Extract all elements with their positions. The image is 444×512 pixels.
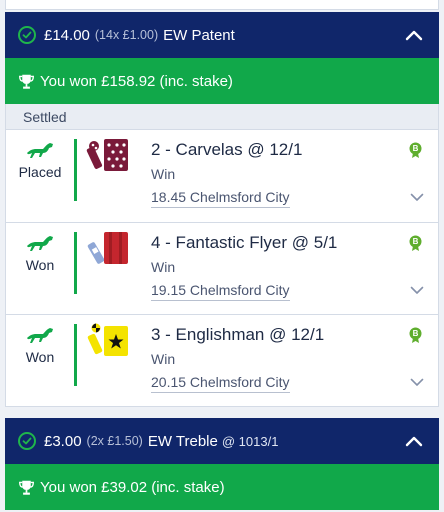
previous-bet-card-edge <box>5 0 439 10</box>
jockey-silks <box>87 232 128 264</box>
settled-label: Settled <box>5 104 439 130</box>
winnings-text: You won £158.92 (inc. stake) <box>40 72 233 90</box>
winnings-banner: You won £39.02 (inc. stake) <box>5 464 439 510</box>
result-indicator-bar <box>74 139 77 201</box>
boost-badge-icon: B <box>409 235 422 251</box>
bet-type: EW Patent <box>163 26 235 44</box>
boost-badge-icon: B <box>409 142 422 158</box>
selection-result: Placed <box>18 164 62 180</box>
check-circle-icon <box>18 26 36 44</box>
svg-text:B: B <box>413 329 419 338</box>
chevron-down-icon[interactable] <box>410 377 424 387</box>
svg-text:B: B <box>413 144 419 153</box>
jockey-silks <box>86 139 128 171</box>
bet-odds: @ 1013/1 <box>221 433 279 449</box>
winnings-text: You won £39.02 (inc. stake) <box>40 478 225 496</box>
selection-market: Win <box>151 351 176 367</box>
horse-icon <box>27 236 53 251</box>
selection-result: Won <box>25 257 55 273</box>
selection-market: Win <box>151 259 176 275</box>
horse-icon <box>27 143 53 158</box>
selection-row[interactable]: Won 3 - Englishman @ 12/1 Win 20.15 Chel… <box>5 315 439 407</box>
bet-header[interactable]: £14.00 (14x £1.00) EW Patent <box>5 12 439 58</box>
bet-multiplier: (2x £1.50) <box>86 434 143 448</box>
result-indicator-bar <box>74 324 77 386</box>
bet-stake: £14.00 <box>44 26 90 44</box>
selection-name: 2 - Carvelas @ 12/1 <box>151 140 303 159</box>
bet-card-patent: £14.00 (14x £1.00) EW Patent You won £15… <box>5 12 439 407</box>
result-indicator-bar <box>74 232 77 294</box>
bet-stake: £3.00 <box>44 432 82 450</box>
selection-name: 4 - Fantastic Flyer @ 5/1 <box>151 233 338 252</box>
bet-card-treble: £3.00 (2x £1.50) EW Treble @ 1013/1 You … <box>5 418 439 510</box>
check-circle-icon <box>18 432 36 450</box>
chevron-down-icon[interactable] <box>410 285 424 295</box>
selection-race[interactable]: 19.15 Chelmsford City <box>151 282 290 301</box>
bet-type: EW Treble <box>147 432 218 450</box>
selection-race[interactable]: 20.15 Chelmsford City <box>151 374 290 393</box>
selection-row[interactable]: Placed 2 - Carvelas @ 12/1 Win 18.45 Che… <box>5 130 439 223</box>
selection-name: 3 - Englishman @ 12/1 <box>151 325 325 344</box>
svg-text:B: B <box>413 237 419 246</box>
selection-market: Win <box>151 166 176 182</box>
trophy-icon <box>19 74 34 89</box>
selection-row[interactable]: Won 4 - Fantastic Flyer @ 5/1 Win 19.15 … <box>5 223 439 315</box>
chevron-down-icon[interactable] <box>410 192 424 202</box>
bet-header[interactable]: £3.00 (2x £1.50) EW Treble @ 1013/1 <box>5 418 439 464</box>
selection-result: Won <box>25 349 55 365</box>
winnings-banner: You won £158.92 (inc. stake) <box>5 58 439 104</box>
boost-badge-icon: B <box>409 327 422 343</box>
jockey-silks <box>87 323 128 356</box>
bet-multiplier: (14x £1.00) <box>94 28 159 42</box>
chevron-up-icon[interactable] <box>405 435 423 447</box>
horse-icon <box>27 328 53 343</box>
chevron-up-icon[interactable] <box>405 29 423 41</box>
trophy-icon <box>19 480 34 495</box>
selection-race[interactable]: 18.45 Chelmsford City <box>151 189 290 208</box>
